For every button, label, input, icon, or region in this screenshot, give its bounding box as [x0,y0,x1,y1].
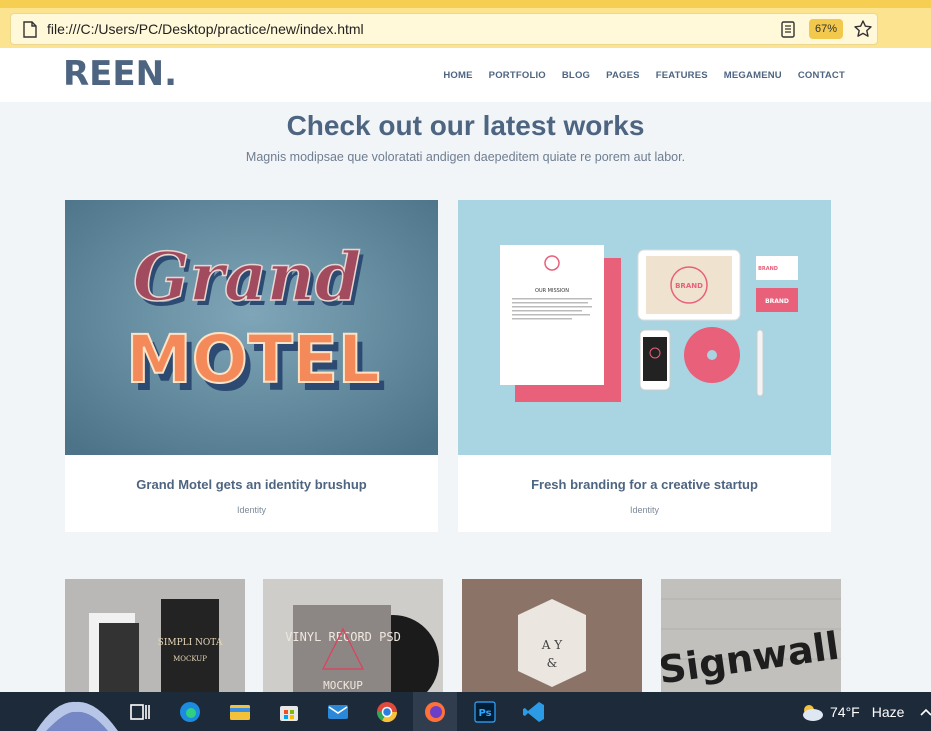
nav-pages[interactable]: PAGES [606,70,640,81]
file-explorer-icon[interactable] [228,700,252,724]
card-title[interactable]: Grand Motel gets an identity brushup [65,477,438,492]
mail-icon[interactable] [326,700,350,724]
portfolio-thumb[interactable]: Signwall [661,579,841,692]
nav-megamenu[interactable]: MEGAMENU [724,70,782,81]
brand-text-card: BRAND [758,266,778,272]
thumb-sub: MOCKUP [323,679,363,692]
nav-features[interactable]: FEATURES [656,70,708,81]
chevron-up-icon[interactable] [920,707,931,717]
vscode-icon[interactable] [522,700,546,724]
url-text[interactable]: file:///C:/Users/PC/Desktop/practice/new… [47,21,364,37]
store-icon[interactable] [277,700,301,724]
nav-contact[interactable]: CONTACT [798,70,845,81]
browser-tabstrip [0,0,931,8]
portfolio-card[interactable]: Grand Grand MOTEL MOTEL Grand Motel gets… [65,200,438,532]
mission-text: OUR MISSION [535,288,569,294]
nav-home[interactable]: HOME [443,70,472,81]
thumb-sub: & [547,656,558,670]
reader-view-icon[interactable] [781,21,795,38]
task-view-icon[interactable] [128,700,152,724]
portfolio-card[interactable]: OUR MISSION BRAND BRAND BRAND Fresh bran… [458,200,831,532]
photoshop-icon[interactable]: Ps [473,700,497,724]
site-header: REEN. HOME PORTFOLIO BLOG PAGES FEATURES… [0,48,931,102]
section-title: Check out our latest works [286,110,645,141]
weather-condition: Haze [871,704,905,720]
address-bar[interactable]: file:///C:/Users/PC/Desktop/practice/new… [10,13,878,45]
bookmark-star-icon[interactable] [853,19,873,39]
portfolio-thumb[interactable]: SIMPLI NOTA MOCKUP [65,579,245,692]
firefox-icon[interactable] [423,700,447,724]
nav-portfolio[interactable]: PORTFOLIO [489,70,546,81]
browser-toolbar: file:///C:/Users/PC/Desktop/practice/new… [0,0,931,48]
edge-icon[interactable] [178,700,202,724]
weather-cloud-icon [803,705,823,721]
nav-blog[interactable]: BLOG [562,70,590,81]
card-image-branding[interactable]: OUR MISSION BRAND BRAND BRAND [458,200,831,455]
thumb-sub: MOCKUP [173,655,207,663]
brand-text-card2: BRAND [765,298,789,305]
section-subtitle: Magnis modipsae que voloratati andigen d… [245,150,686,164]
motel-text: MOTEL [126,321,380,398]
weather-widget[interactable]: 74°F Haze [800,702,931,722]
card-category[interactable]: Identity [65,505,438,515]
weather-temp: 74°F [830,704,860,720]
main-nav: HOME PORTFOLIO BLOG PAGES FEATURES MEGAM… [443,70,845,81]
card-image-grand-motel[interactable]: Grand Grand MOTEL MOTEL [65,200,438,455]
svg-text:Ps: Ps [478,708,491,719]
brand-text-tablet: BRAND [675,282,703,290]
thumb-text: VINYL RECORD PSD [285,630,401,644]
start-widget-icon[interactable] [36,692,118,731]
grand-text: Grand [133,238,361,316]
page-icon [23,21,37,38]
os-taskbar: Ps 74°F Haze [0,692,931,731]
thumb-text: A Y [541,638,563,652]
card-category[interactable]: Identity [458,505,831,515]
chrome-icon[interactable] [375,700,399,724]
card-title[interactable]: Fresh branding for a creative startup [458,477,831,492]
site-logo[interactable]: REEN. [63,54,177,94]
thumb-text: SIMPLI NOTA [158,638,223,648]
zoom-level-badge[interactable]: 67% [809,19,843,39]
portfolio-thumb[interactable]: A Y & [462,579,642,692]
portfolio-thumb[interactable]: VINYL RECORD PSD MOCKUP [263,579,443,692]
